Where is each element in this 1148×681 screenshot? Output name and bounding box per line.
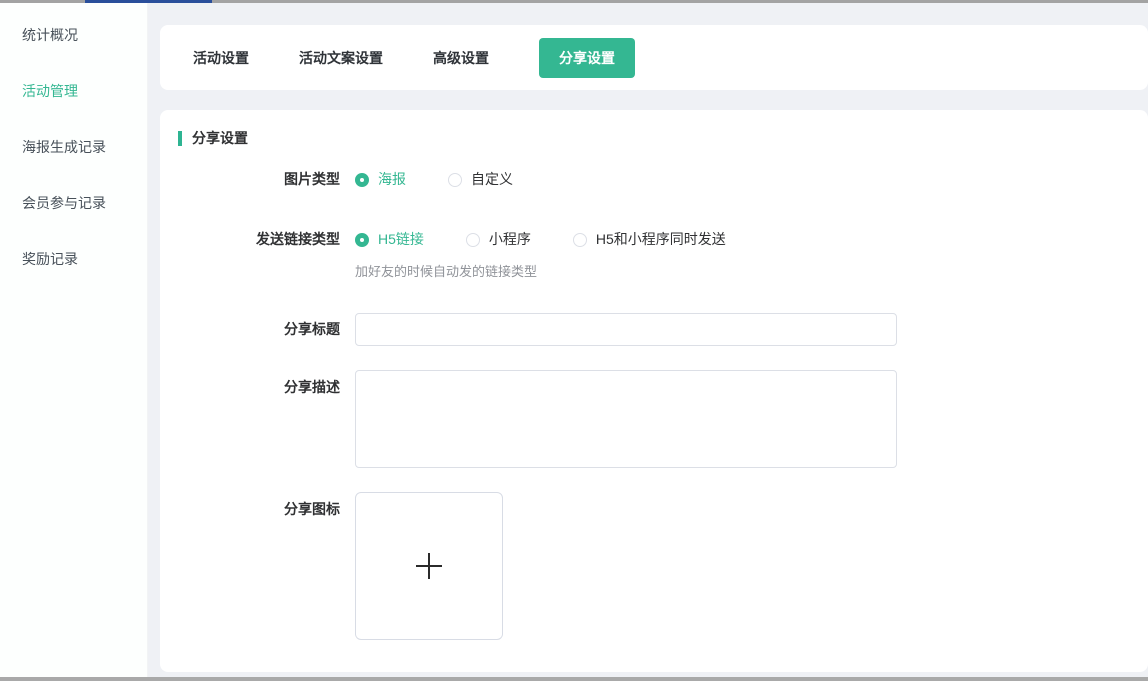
tab-activity-copy-settings[interactable]: 活动文案设置	[299, 48, 383, 68]
radio-icon	[466, 233, 480, 247]
radio-option-h5-and-mini-program[interactable]: H5和小程序同时发送	[573, 230, 726, 249]
form-row-share-title: 分享标题	[178, 313, 1148, 346]
link-type-radio-group: H5链接 小程序 H5和小程序同时发送	[355, 230, 768, 249]
share-settings-panel: 分享设置 图片类型 海报 自定义 发送链接类型	[160, 110, 1148, 672]
app-root: 统计概况 活动管理 海报生成记录 会员参与记录 奖励记录 活动设置 活动文案设置…	[0, 3, 1148, 677]
link-type-label: 发送链接类型	[178, 230, 355, 249]
section-title: 分享设置	[192, 128, 248, 148]
radio-option-label: 自定义	[471, 170, 513, 189]
sidebar-item-statistics-overview[interactable]: 统计概况	[0, 7, 147, 63]
radio-option-label: 海报	[378, 170, 406, 189]
radio-icon	[355, 173, 369, 187]
sidebar-item-member-participation-records[interactable]: 会员参与记录	[0, 175, 147, 231]
tab-advanced-settings[interactable]: 高级设置	[433, 48, 489, 68]
radio-option-custom[interactable]: 自定义	[448, 170, 513, 189]
share-icon-upload-button[interactable]	[355, 492, 503, 640]
form-row-share-desc: 分享描述	[178, 370, 1148, 468]
share-title-input[interactable]	[355, 313, 897, 346]
sidebar-item-reward-records[interactable]: 奖励记录	[0, 231, 147, 287]
link-type-helper-text: 加好友的时候自动发的链接类型	[355, 265, 537, 279]
share-desc-label: 分享描述	[178, 370, 355, 397]
share-desc-textarea[interactable]	[355, 370, 897, 468]
sidebar: 统计概况 活动管理 海报生成记录 会员参与记录 奖励记录	[0, 3, 148, 677]
sidebar-item-poster-generation-records[interactable]: 海报生成记录	[0, 119, 147, 175]
radio-option-label: H5和小程序同时发送	[596, 230, 726, 249]
share-icon-label: 分享图标	[178, 492, 355, 519]
radio-icon	[573, 233, 587, 247]
form-row-link-type-helper: 加好友的时候自动发的链接类型	[178, 265, 1148, 279]
radio-option-label: 小程序	[489, 230, 531, 249]
main-content: 活动设置 活动文案设置 高级设置 分享设置 分享设置 图片类型 海报	[148, 3, 1148, 677]
window-top-edge	[0, 0, 1148, 3]
tabs-bar: 活动设置 活动文案设置 高级设置 分享设置	[160, 25, 1148, 90]
section-header: 分享设置	[178, 128, 1148, 148]
radio-option-label: H5链接	[378, 230, 424, 249]
radio-icon	[355, 233, 369, 247]
radio-option-mini-program[interactable]: 小程序	[466, 230, 531, 249]
window-bottom-edge	[0, 677, 1148, 681]
share-title-label: 分享标题	[178, 320, 355, 339]
image-type-radio-group: 海报 自定义	[355, 170, 555, 189]
plus-icon	[416, 553, 442, 579]
form-row-link-type: 发送链接类型 H5链接 小程序 H5和小程序同时发送	[178, 230, 1148, 249]
window-top-edge-blue-segment	[85, 0, 212, 3]
image-type-label: 图片类型	[178, 170, 355, 189]
section-accent-bar	[178, 131, 182, 146]
radio-icon	[448, 173, 462, 187]
tab-activity-settings[interactable]: 活动设置	[193, 48, 249, 68]
form-row-share-icon: 分享图标	[178, 492, 1148, 640]
sidebar-item-activity-management[interactable]: 活动管理	[0, 63, 147, 119]
radio-option-h5-link[interactable]: H5链接	[355, 230, 424, 249]
radio-option-poster[interactable]: 海报	[355, 170, 406, 189]
sidebar-menu: 统计概况 活动管理 海报生成记录 会员参与记录 奖励记录	[0, 7, 147, 287]
tab-share-settings[interactable]: 分享设置	[539, 38, 635, 78]
form-row-image-type: 图片类型 海报 自定义	[178, 170, 1148, 189]
